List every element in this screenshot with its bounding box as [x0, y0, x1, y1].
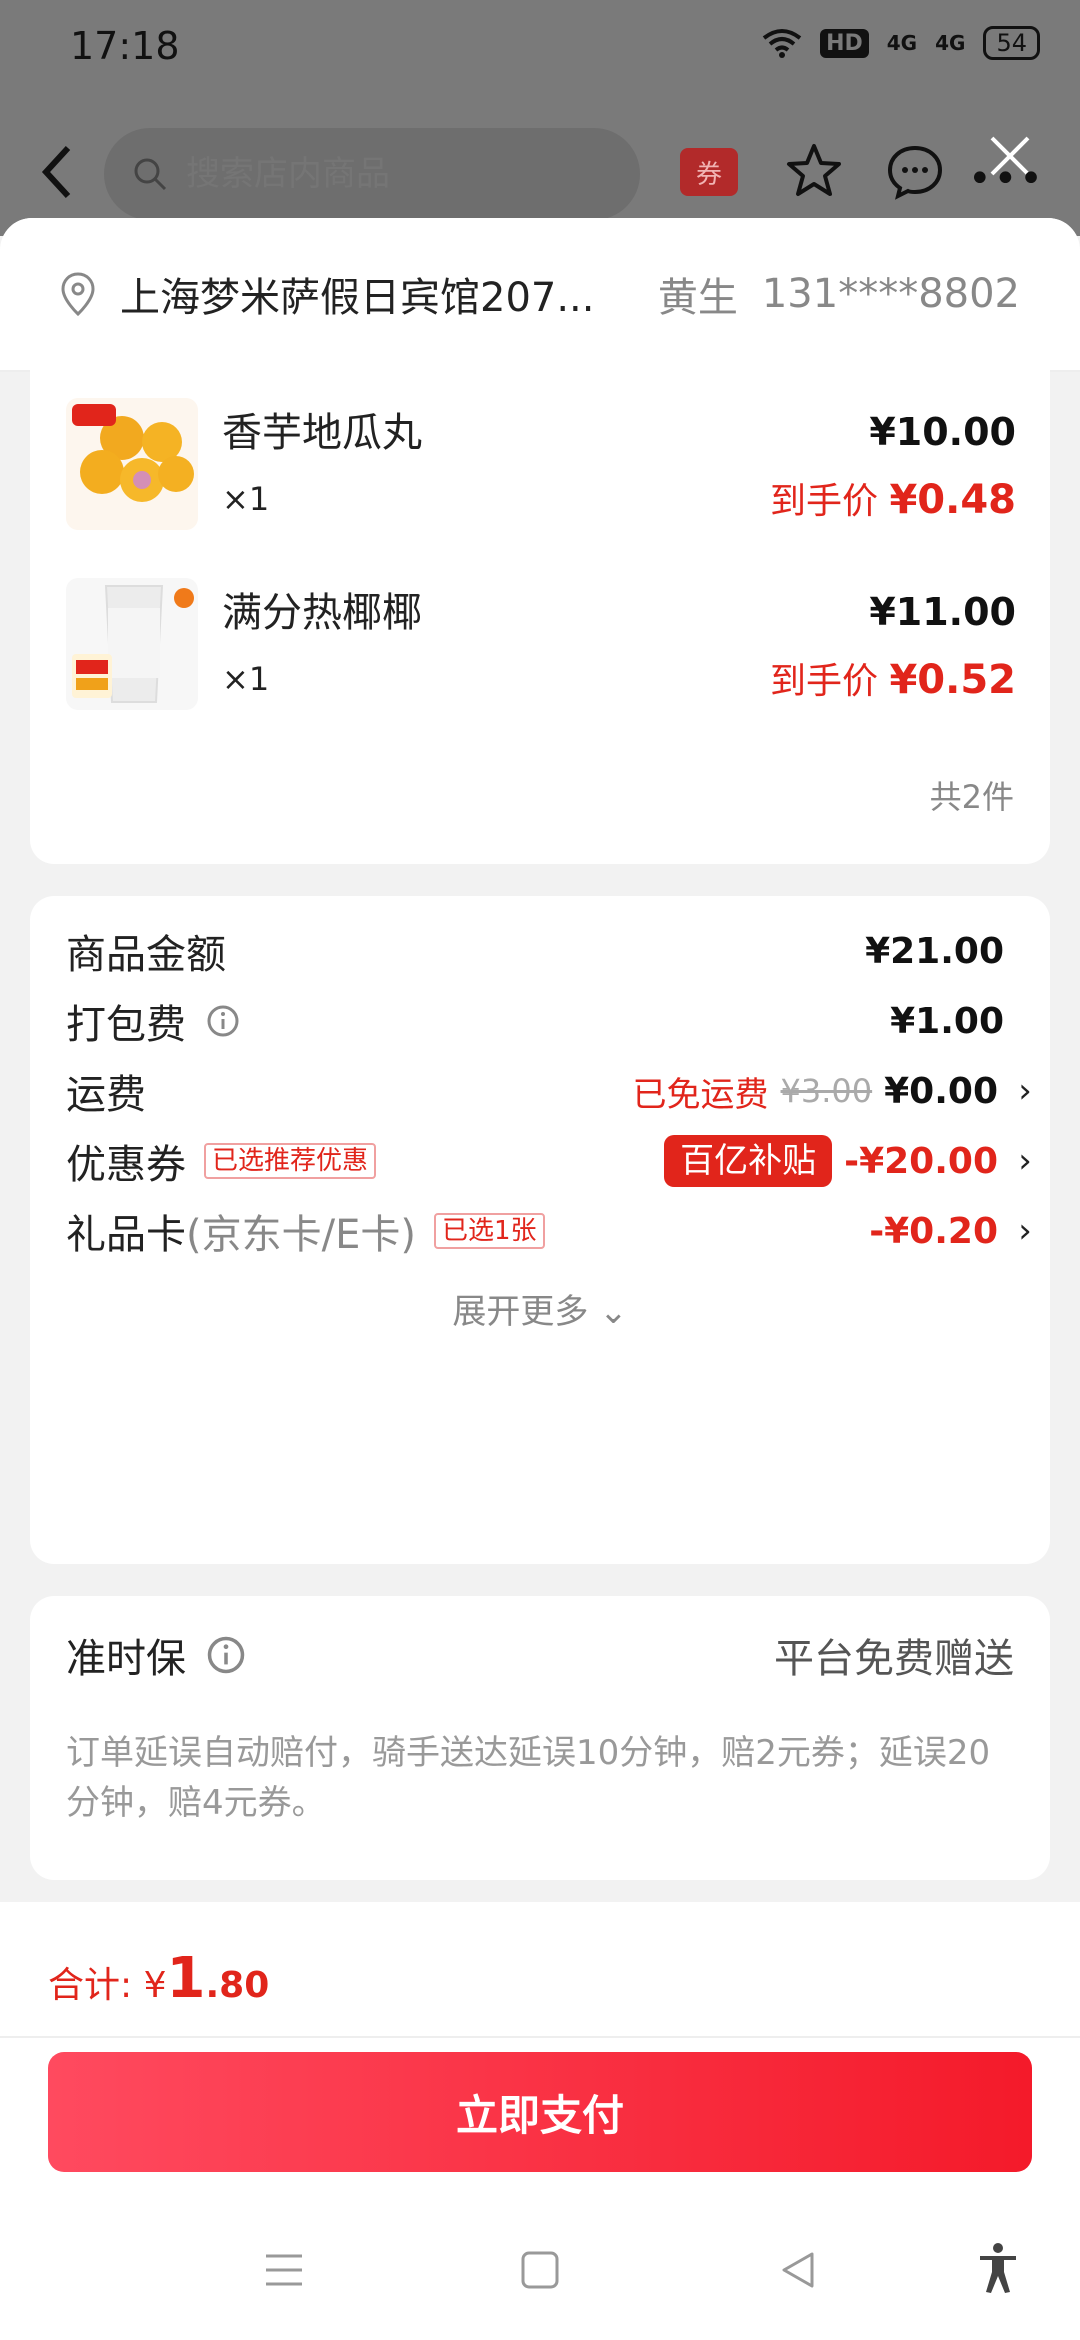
- product-qty: ×1: [222, 480, 270, 518]
- recipient-phone: 131****8802: [761, 271, 1020, 317]
- delivery-address: 上海梦米萨假日宾馆207...: [120, 275, 595, 321]
- home-icon[interactable]: [520, 2250, 560, 2290]
- total-decimal: .80: [205, 1965, 270, 2006]
- ontime-right-text: 平台免费赠送: [774, 1636, 1014, 1682]
- total-integer: 1: [166, 1946, 206, 2011]
- product-image: [66, 398, 198, 530]
- top-nav: 券 •••: [0, 96, 1080, 236]
- packing-fee-row: 打包费 ¥1.00: [66, 986, 1040, 1056]
- product-final-price: 到手价 ¥0.48: [770, 472, 1016, 524]
- shipping-label: 运费: [66, 1072, 146, 1118]
- goods-amount-label: 商品金额: [66, 932, 226, 978]
- location-pin-icon: [61, 272, 95, 316]
- fees-card: 商品金额 ¥21.00 打包费 ¥1.00 运费 已免运费 ¥3.00 ¥0.0…: [30, 896, 1050, 1564]
- total-price: 合计: ¥1.80: [48, 1946, 269, 2011]
- goods-amount-row: 商品金额 ¥21.00: [66, 916, 1040, 986]
- shipping-original-price: ¥3.00: [780, 1072, 873, 1110]
- gift-card-row[interactable]: 礼品卡(京东卡/E卡) 已选1张 -¥0.20 ›: [66, 1196, 1040, 1266]
- back-icon[interactable]: [36, 142, 76, 202]
- gift-card-value: -¥0.20: [869, 1210, 998, 1252]
- product-final-price: 到手价 ¥0.52: [770, 652, 1016, 704]
- goods-amount-value: ¥21.00: [865, 930, 1004, 972]
- items-card: 香芋地瓜丸 ×1 ¥10.00 到手价 ¥0.48 满分热椰椰 ×1 ¥11.0…: [30, 364, 1050, 864]
- item-count: 共2件: [929, 778, 1014, 816]
- system-nav-bar: [0, 2210, 1080, 2340]
- product-price: ¥10.00: [869, 410, 1016, 454]
- search-box[interactable]: [104, 128, 640, 220]
- total-label: 合计:: [48, 1965, 133, 2006]
- status-icons: HD 4G 4G 54: [762, 26, 1040, 60]
- list-item[interactable]: 香芋地瓜丸 ×1 ¥10.00 到手价 ¥0.48: [66, 398, 1016, 538]
- gift-card-subtitle: (京东卡/E卡): [186, 1212, 416, 1258]
- shipping-value: ¥0.00: [884, 1070, 998, 1112]
- chevron-right-icon: ›: [1018, 1141, 1032, 1181]
- info-icon[interactable]: [206, 1635, 246, 1675]
- pay-now-button[interactable]: 立即支付: [48, 2052, 1032, 2172]
- more-icon[interactable]: •••: [968, 156, 1045, 202]
- ontime-description: 订单延误自动赔付，骑手送达延误10分钟，赔2元券；延误20分钟，赔4元券。: [66, 1733, 991, 1823]
- product-name: 满分热椰椰: [222, 590, 422, 636]
- search-icon: [134, 158, 167, 191]
- status-bar: 17:18 HD 4G 4G 54: [0, 0, 1080, 96]
- signal-icon: 4G: [886, 31, 918, 55]
- signal-icon-2: 4G: [935, 31, 966, 55]
- back-nav-icon[interactable]: [778, 2250, 818, 2290]
- product-price: ¥11.00: [869, 590, 1016, 634]
- coupon-row[interactable]: 优惠券 已选推荐优惠 百亿补贴 -¥20.00 ›: [66, 1126, 1040, 1196]
- recipient-name: 黄生: [657, 275, 738, 321]
- ontime-title-text: 准时保: [66, 1636, 186, 1682]
- status-time: 17:18: [70, 24, 180, 68]
- info-icon[interactable]: [206, 1004, 240, 1038]
- free-shipping-text: 已免运费: [632, 1074, 769, 1115]
- gift-card-selected-tag: 已选1张: [433, 1213, 545, 1249]
- battery-icon: 54: [983, 26, 1040, 60]
- expand-more-label: 展开更多: [452, 1292, 589, 1332]
- menu-icon[interactable]: [264, 2250, 304, 2290]
- chevron-right-icon: ›: [1018, 1071, 1032, 1111]
- star-icon[interactable]: [785, 142, 843, 200]
- address-bar[interactable]: 上海梦米萨假日宾馆207... 黄生 131****8802: [0, 218, 1080, 372]
- coupon-value: -¥20.00: [844, 1140, 998, 1182]
- final-price-label: 到手价: [770, 661, 879, 702]
- accessibility-icon[interactable]: [976, 2242, 1020, 2294]
- final-price-value: ¥0.48: [889, 477, 1016, 523]
- product-qty: ×1: [222, 660, 270, 698]
- expand-more-button[interactable]: 展开更多 ⌄: [30, 1284, 1050, 1333]
- chevron-down-icon: ⌄: [599, 1292, 628, 1332]
- list-item[interactable]: 满分热椰椰 ×1 ¥11.00 到手价 ¥0.52: [66, 578, 1016, 718]
- search-input[interactable]: [186, 154, 586, 194]
- ontime-title: 准时保: [66, 1626, 246, 1684]
- coupon-selected-tag: 已选推荐优惠: [204, 1143, 377, 1179]
- hd-badge: HD: [820, 28, 869, 58]
- wifi-icon: [762, 29, 802, 58]
- chat-icon[interactable]: [886, 144, 944, 200]
- gift-card-label: 礼品卡(京东卡/E卡): [66, 1202, 416, 1260]
- chevron-right-icon: ›: [1018, 1211, 1032, 1251]
- product-name: 香芋地瓜丸: [222, 410, 422, 456]
- coupon-label: 优惠券: [66, 1142, 186, 1188]
- gift-card-title: 礼品卡: [66, 1212, 186, 1258]
- ontime-card: 准时保 平台免费赠送 订单延误自动赔付，骑手送达延误10分钟，赔2元券；延误20…: [30, 1596, 1050, 1880]
- total-currency: ¥: [143, 1965, 167, 2006]
- packing-fee-label: 打包费: [66, 1002, 186, 1048]
- final-price-value: ¥0.52: [889, 657, 1016, 703]
- shipping-row[interactable]: 运费 已免运费 ¥3.00 ¥0.00 ›: [66, 1056, 1040, 1126]
- packing-fee-value: ¥1.00: [890, 1000, 1004, 1042]
- coupon-icon[interactable]: 券: [680, 148, 738, 196]
- final-price-label: 到手价: [770, 481, 879, 522]
- divider: [0, 2036, 1080, 2038]
- subsidy-badge: 百亿补贴: [664, 1135, 833, 1187]
- product-image: [66, 578, 198, 710]
